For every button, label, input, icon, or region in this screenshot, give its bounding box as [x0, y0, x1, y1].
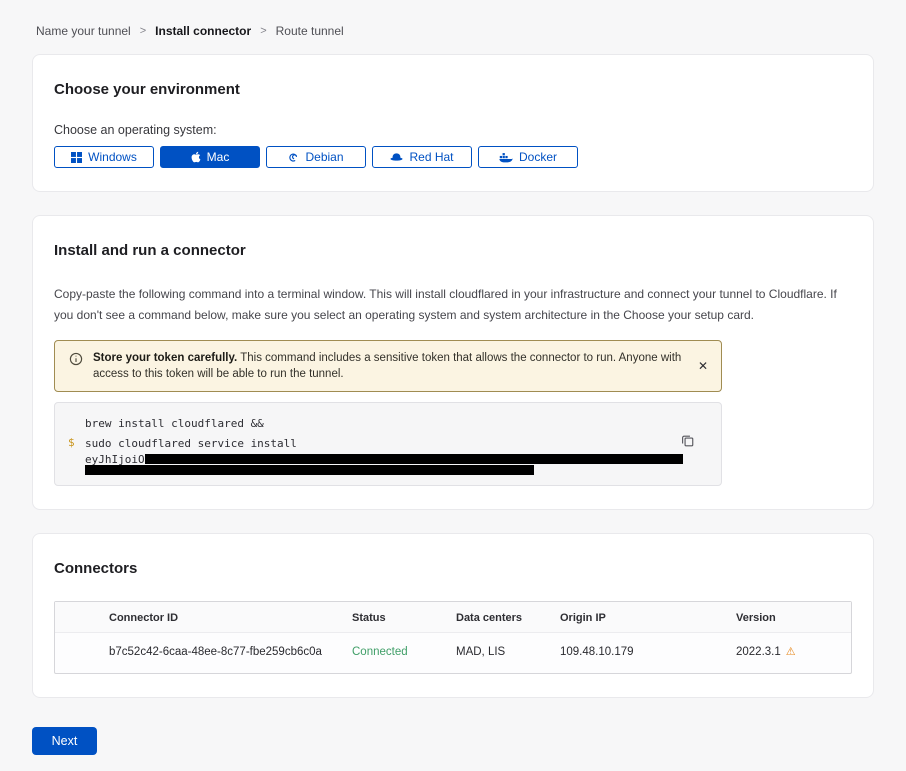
breadcrumb-separator: >: [140, 25, 146, 37]
close-icon[interactable]: ✕: [698, 360, 708, 372]
os-button-redhat[interactable]: Red Hat: [372, 146, 472, 168]
token-warning-bold: Store your token carefully.: [93, 352, 237, 364]
os-button-label: Red Hat: [409, 150, 453, 164]
connectors-table-header: Connector ID Status Data centers Origin …: [55, 602, 851, 633]
connectors-table: Connector ID Status Data centers Origin …: [54, 601, 852, 674]
debian-swirl-icon: [288, 152, 299, 163]
column-header-connector-id: Connector ID: [109, 612, 352, 624]
redacted-token-bar: [85, 465, 534, 475]
version-warning-icon: ⚠: [786, 647, 796, 658]
token-warning-alert: Store your token carefully. This command…: [54, 340, 722, 392]
copy-icon[interactable]: [680, 433, 696, 449]
os-button-label: Docker: [519, 150, 557, 164]
windows-icon: [71, 152, 82, 163]
breadcrumb: Name your tunnel > Install connector > R…: [0, 0, 906, 54]
os-button-label: Mac: [207, 150, 230, 164]
redhat-hat-icon: [390, 152, 403, 162]
column-header-version: Version: [736, 612, 835, 624]
install-card: Install and run a connector Copy-paste t…: [32, 215, 874, 510]
install-description: Copy-paste the following command into a …: [54, 284, 852, 326]
os-button-windows[interactable]: Windows: [54, 146, 154, 168]
os-button-docker[interactable]: Docker: [478, 146, 578, 168]
version-number: 2022.3.1: [736, 646, 781, 658]
footer: Next: [0, 721, 906, 771]
breadcrumb-step-install-connector[interactable]: Install connector: [155, 24, 251, 38]
breadcrumb-separator: >: [260, 25, 266, 37]
os-select-label: Choose an operating system:: [54, 123, 852, 137]
version-value: 2022.3.1 ⚠: [736, 646, 835, 658]
apple-icon: [191, 151, 201, 163]
install-command-code-block: $ brew install cloudflared && sudo cloud…: [54, 402, 722, 486]
status-badge: Connected: [352, 646, 456, 658]
docker-whale-icon: [499, 152, 513, 163]
breadcrumb-step-name-tunnel[interactable]: Name your tunnel: [36, 24, 131, 38]
connectors-card-title: Connectors: [54, 560, 852, 577]
data-centers-value: MAD, LIS: [456, 646, 560, 658]
install-card-title: Install and run a connector: [54, 242, 852, 259]
code-line-token-continued: [85, 465, 677, 476]
table-row: b7c52c42-6caa-48ee-8c77-fbe259cb6c0a Con…: [55, 633, 851, 673]
os-button-label: Debian: [305, 150, 343, 164]
connectors-card: Connectors Connector ID Status Data cent…: [32, 533, 874, 698]
os-button-mac[interactable]: Mac: [160, 146, 260, 168]
code-line-brew: brew install cloudflared &&: [85, 414, 677, 434]
column-header-data-centers: Data centers: [456, 612, 560, 624]
code-line-service-install: sudo cloudflared service install: [85, 434, 677, 454]
redacted-token-bar: [145, 454, 683, 464]
column-header-status: Status: [352, 612, 456, 624]
os-button-debian[interactable]: Debian: [266, 146, 366, 168]
os-button-label: Windows: [88, 150, 137, 164]
column-header-origin-ip: Origin IP: [560, 612, 736, 624]
connector-id-value: b7c52c42-6caa-48ee-8c77-fbe259cb6c0a: [109, 646, 352, 658]
origin-ip-value: 109.48.10.179: [560, 646, 736, 658]
info-icon: [69, 352, 83, 371]
environment-card: Choose your environment Choose an operat…: [32, 54, 874, 192]
os-button-group: Windows Mac Debian Red Hat Docker: [54, 146, 852, 168]
environment-card-title: Choose your environment: [54, 81, 852, 98]
next-button[interactable]: Next: [32, 727, 97, 755]
shell-prompt: $: [68, 436, 75, 449]
token-warning-text: Store your token carefully. This command…: [93, 350, 685, 382]
code-line-token: eyJhIjoiO: [85, 454, 677, 465]
breadcrumb-step-route-tunnel[interactable]: Route tunnel: [276, 24, 344, 38]
